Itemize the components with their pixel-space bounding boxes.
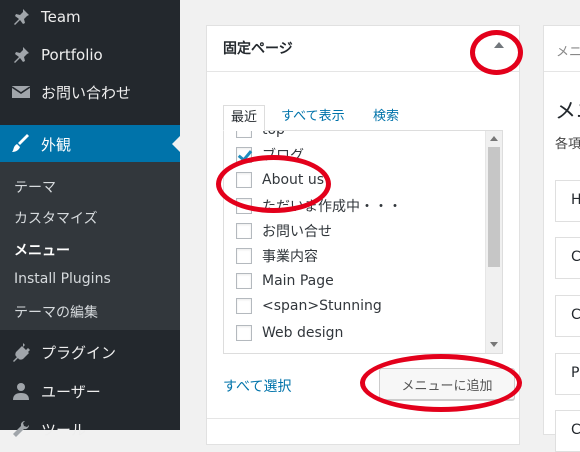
active-indicator — [172, 136, 180, 152]
item-checkbox[interactable] — [236, 325, 252, 341]
sidebar-item-appearance[interactable]: 外観 — [0, 125, 180, 163]
scroll-thumb[interactable] — [488, 147, 500, 267]
appearance-submenu: テーマ カスタマイズ メニュー Install Plugins テーマの編集 — [0, 162, 180, 330]
menu-structure-description: 各項 — [555, 137, 580, 152]
menu-item-box[interactable]: P — [555, 353, 580, 395]
plug-icon — [10, 341, 32, 363]
menu-item-box[interactable]: C — [555, 295, 580, 337]
scroll-up-arrow-icon[interactable] — [490, 136, 498, 141]
sidebar-item-label: プラグイン — [41, 343, 117, 362]
submenu-theme-editor[interactable]: テーマの編集 — [14, 302, 98, 322]
menu-item-box[interactable]: C — [555, 410, 580, 452]
item-checkbox[interactable] — [236, 273, 252, 289]
item-checkbox[interactable] — [236, 298, 252, 314]
sidebar-item-portfolio[interactable]: Portfolio — [0, 36, 180, 74]
select-all-link[interactable]: すべて選択 — [223, 376, 291, 396]
metabox-divider — [207, 418, 519, 419]
menu-structure-header: メニ — [544, 26, 580, 72]
item-checkbox[interactable] — [236, 131, 252, 138]
list-item[interactable]: <span>Stunning — [236, 295, 382, 317]
admin-sidebar: Team Portfolio お問い合わせ 外観 テーマ カスタマイズ メニュー… — [0, 0, 180, 439]
list-item[interactable]: Main Page — [236, 270, 334, 292]
menu-item-box[interactable]: C — [555, 237, 580, 279]
metabox-header[interactable]: 固定ページ — [207, 26, 519, 72]
sidebar-item-label: お問い合わせ — [41, 83, 132, 102]
item-label: お問い合せ — [262, 224, 332, 240]
sidebar-item-label: Portfolio — [41, 46, 103, 64]
list-scrollbar[interactable] — [485, 131, 502, 353]
pin-icon — [10, 44, 32, 66]
list-item[interactable]: 事業内容 — [236, 245, 318, 267]
sidebar-item-label: ユーザー — [41, 382, 101, 401]
submenu-menus[interactable]: メニュー — [14, 240, 70, 260]
item-label: About us — [262, 172, 325, 188]
sidebar-item-label: ツール — [41, 420, 87, 439]
item-label: Main Page — [262, 273, 334, 289]
item-label: ただいま作成中・・・ — [262, 199, 402, 215]
submenu-install-plugins[interactable]: Install Plugins — [14, 271, 111, 287]
menu-item-box[interactable]: H — [555, 180, 580, 222]
item-checkbox[interactable] — [236, 248, 252, 264]
collapse-arrow-icon[interactable] — [494, 42, 504, 48]
list-item[interactable]: ブログ — [236, 144, 304, 166]
sidebar-item-label: Team — [41, 8, 81, 26]
list-item[interactable]: ただいま作成中・・・ — [236, 195, 402, 217]
mail-icon — [10, 81, 32, 103]
scroll-down-arrow-icon[interactable] — [490, 342, 498, 347]
item-checkbox[interactable] — [236, 223, 252, 239]
submenu-themes[interactable]: テーマ — [14, 177, 56, 197]
wrench-icon — [10, 418, 32, 440]
metabox-title: 固定ページ — [223, 41, 293, 57]
list-item[interactable]: お問い合せ — [236, 220, 332, 242]
tab-recent[interactable]: 最近 — [223, 105, 266, 131]
pages-metabox: 固定ページ 最近 すべて表示 検索 top ブログ About us ただいま作… — [206, 25, 520, 445]
item-label: ブログ — [262, 148, 304, 164]
item-checkbox-checked[interactable] — [236, 147, 252, 163]
list-item[interactable]: top — [236, 130, 285, 141]
sidebar-item-contact[interactable]: お問い合わせ — [0, 73, 180, 111]
tab-view-all[interactable]: すべて表示 — [281, 105, 345, 131]
submenu-customize[interactable]: カスタマイズ — [14, 208, 98, 228]
list-item[interactable]: About us — [236, 169, 324, 191]
add-to-menu-button[interactable]: メニューに追加 — [379, 368, 515, 400]
item-label: 事業内容 — [262, 249, 318, 265]
item-checkbox[interactable] — [236, 172, 252, 188]
sidebar-item-team[interactable]: Team — [0, 0, 180, 36]
item-label: top — [262, 130, 285, 138]
brush-icon — [10, 133, 32, 155]
tab-search[interactable]: 検索 — [373, 105, 399, 131]
menu-structure-title: メニ — [555, 99, 580, 123]
pages-checklist[interactable]: top ブログ About us ただいま作成中・・・ お問い合せ 事業内容 M… — [223, 130, 503, 354]
sidebar-item-plugins[interactable]: プラグイン — [0, 333, 180, 371]
sidebar-item-users[interactable]: ユーザー — [0, 372, 180, 410]
list-item[interactable]: Web design — [236, 322, 343, 344]
item-checkbox[interactable] — [236, 198, 252, 214]
item-label: <span>Stunning — [262, 298, 382, 314]
sidebar-item-label: 外観 — [41, 135, 72, 154]
user-icon — [10, 380, 32, 402]
menu-structure-header-text: メニ — [556, 45, 580, 60]
pin-icon — [10, 6, 32, 28]
sidebar-item-tools[interactable]: ツール — [0, 410, 180, 448]
item-label: Web design — [262, 325, 344, 341]
